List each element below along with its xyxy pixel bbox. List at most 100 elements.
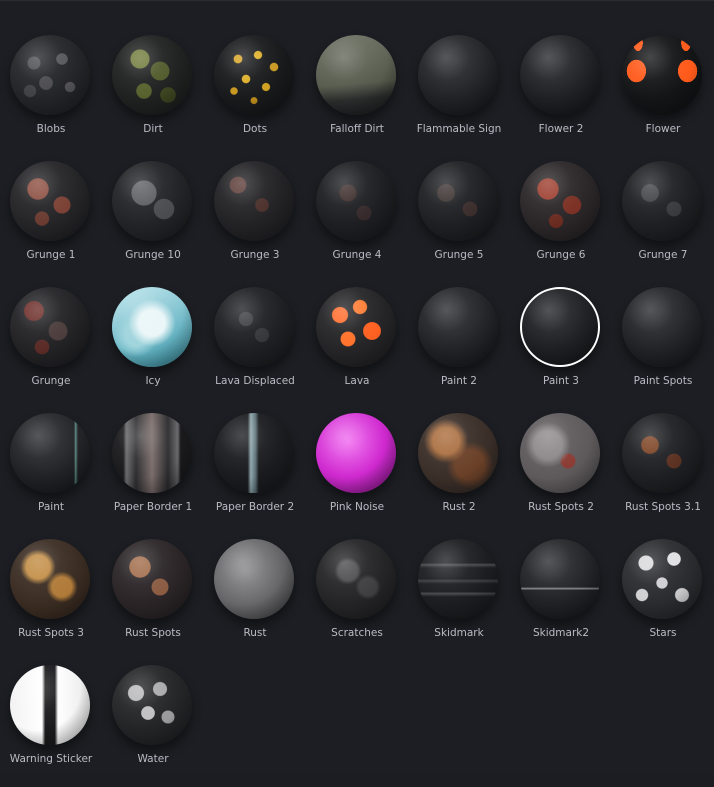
material-preview-sphere xyxy=(520,413,600,493)
material-label: Pink Noise xyxy=(329,501,385,513)
material-preview-sphere xyxy=(10,161,90,241)
material-preview-sphere xyxy=(10,287,90,367)
material-tile-paint-3[interactable]: Paint 3 xyxy=(510,283,612,409)
material-tile-rust-spots-2[interactable]: Rust Spots 2 xyxy=(510,409,612,535)
material-tile-rust-2[interactable]: Rust 2 xyxy=(408,409,510,535)
material-tile-rust-spots-3[interactable]: Rust Spots 3 xyxy=(0,535,102,661)
material-tile-flammable-sign[interactable]: Flammable Sign xyxy=(408,31,510,157)
material-tile-falloff-dirt[interactable]: Falloff Dirt xyxy=(306,31,408,157)
material-tile-pink-noise[interactable]: Pink Noise xyxy=(306,409,408,535)
material-preview-sphere xyxy=(316,161,396,241)
material-preview-sphere xyxy=(520,35,600,115)
material-preview-sphere xyxy=(418,413,498,493)
material-label: Rust Spots 3 xyxy=(18,627,84,639)
material-label: Skidmark2 xyxy=(532,627,590,639)
material-preview-sphere xyxy=(316,539,396,619)
material-preview-sphere xyxy=(622,35,702,115)
material-label: Paint 3 xyxy=(542,375,579,387)
material-tile-flower[interactable]: Flower xyxy=(612,31,714,157)
material-tile-rust[interactable]: Rust xyxy=(204,535,306,661)
material-preview-sphere xyxy=(520,287,600,367)
material-tile-paint-2[interactable]: Paint 2 xyxy=(408,283,510,409)
material-tile-stars[interactable]: Stars xyxy=(612,535,714,661)
material-label: Grunge 7 xyxy=(638,249,688,261)
material-preview-sphere xyxy=(214,35,294,115)
material-tile-paint-spots[interactable]: Paint Spots xyxy=(612,283,714,409)
material-label: Water xyxy=(137,753,169,765)
material-tile-paint[interactable]: Paint xyxy=(0,409,102,535)
material-tile-dots[interactable]: Dots xyxy=(204,31,306,157)
material-label: Lava xyxy=(344,375,370,387)
material-tile-paper-border-1[interactable]: Paper Border 1 xyxy=(102,409,204,535)
material-tile-grunge-6[interactable]: Grunge 6 xyxy=(510,157,612,283)
material-preview-sphere xyxy=(10,665,90,745)
material-tile-skidmark2[interactable]: Skidmark2 xyxy=(510,535,612,661)
material-preview-sphere xyxy=(418,287,498,367)
material-label: Lava Displaced xyxy=(215,375,295,387)
material-preview-sphere xyxy=(10,413,90,493)
material-tile-water[interactable]: Water xyxy=(102,661,204,787)
material-label: Grunge 6 xyxy=(536,249,586,261)
material-preview-sphere xyxy=(214,413,294,493)
material-label: Paper Border 2 xyxy=(215,501,295,513)
material-label: Grunge xyxy=(31,375,71,387)
material-preview-sphere xyxy=(520,539,600,619)
material-tile-blobs[interactable]: Blobs xyxy=(0,31,102,157)
material-label: Dirt xyxy=(143,123,163,135)
material-preview-sphere xyxy=(316,287,396,367)
material-tile-grunge-10[interactable]: Grunge 10 xyxy=(102,157,204,283)
material-tile-lava-displaced[interactable]: Lava Displaced xyxy=(204,283,306,409)
material-label: Flower 2 xyxy=(538,123,584,135)
material-preview-sphere xyxy=(10,539,90,619)
material-label: Rust Spots 2 xyxy=(528,501,594,513)
material-label: Falloff Dirt xyxy=(330,123,384,135)
material-preview-sphere xyxy=(10,35,90,115)
material-label: Skidmark xyxy=(434,627,484,639)
material-preview-sphere xyxy=(112,413,192,493)
material-tile-grunge[interactable]: Grunge xyxy=(0,283,102,409)
material-preview-sphere xyxy=(112,665,192,745)
material-label: Paint 2 xyxy=(440,375,477,387)
material-preview-sphere xyxy=(418,161,498,241)
material-tile-dirt[interactable]: Dirt xyxy=(102,31,204,157)
material-label: Dots xyxy=(242,123,268,135)
material-label: Scratches xyxy=(331,627,383,639)
material-tile-paper-border-2[interactable]: Paper Border 2 xyxy=(204,409,306,535)
material-label: Rust Spots 3.1 xyxy=(625,501,701,513)
material-label: Rust xyxy=(243,627,267,639)
material-tile-rust-spots-3-1[interactable]: Rust Spots 3.1 xyxy=(612,409,714,535)
material-label: Paper Border 1 xyxy=(113,501,193,513)
material-preview-sphere xyxy=(112,287,192,367)
material-preview-sphere xyxy=(418,539,498,619)
material-tile-lava[interactable]: Lava xyxy=(306,283,408,409)
material-tile-grunge-4[interactable]: Grunge 4 xyxy=(306,157,408,283)
material-tile-rust-spots[interactable]: Rust Spots xyxy=(102,535,204,661)
material-label: Stars xyxy=(649,627,677,639)
material-label: Icy xyxy=(145,375,161,387)
material-label: Grunge 1 xyxy=(26,249,76,261)
material-label: Blobs xyxy=(36,123,66,135)
material-tile-icy[interactable]: Icy xyxy=(102,283,204,409)
material-preview-sphere xyxy=(214,287,294,367)
material-tile-flower-2[interactable]: Flower 2 xyxy=(510,31,612,157)
material-preview-sphere xyxy=(316,413,396,493)
material-label: Flammable Sign xyxy=(416,123,502,135)
material-label: Grunge 10 xyxy=(125,249,181,261)
material-tile-grunge-5[interactable]: Grunge 5 xyxy=(408,157,510,283)
material-label: Grunge 3 xyxy=(230,249,280,261)
material-tile-grunge-1[interactable]: Grunge 1 xyxy=(0,157,102,283)
material-label: Rust Spots xyxy=(125,627,181,639)
material-grid: Blobs Dirt Dots Falloff Dirt Flammable Sign F… xyxy=(0,31,714,787)
material-preview-sphere xyxy=(622,287,702,367)
material-tile-scratches[interactable]: Scratches xyxy=(306,535,408,661)
material-tile-warning-sticker[interactable]: Warning Sticker xyxy=(0,661,102,787)
material-library-panel: Blobs Dirt Dots Falloff Dirt Flammable Sign F… xyxy=(0,0,714,774)
material-label: Flower xyxy=(645,123,681,135)
material-label: Warning Sticker xyxy=(9,753,93,765)
material-tile-skidmark[interactable]: Skidmark xyxy=(408,535,510,661)
material-preview-sphere xyxy=(418,35,498,115)
material-tile-grunge-7[interactable]: Grunge 7 xyxy=(612,157,714,283)
material-tile-grunge-3[interactable]: Grunge 3 xyxy=(204,157,306,283)
material-preview-sphere xyxy=(112,35,192,115)
material-label: Grunge 5 xyxy=(434,249,484,261)
